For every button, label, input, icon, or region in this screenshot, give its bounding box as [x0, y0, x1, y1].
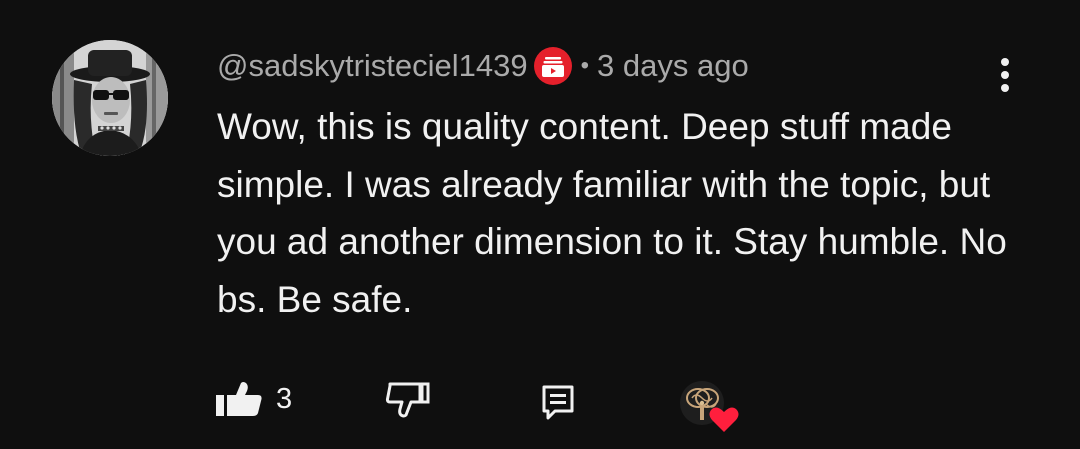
comment-timestamp[interactable]: 3 days ago: [597, 48, 749, 84]
creator-heart-icon[interactable]: [676, 378, 740, 434]
more-vertical-icon[interactable]: [988, 52, 1022, 98]
comment-text: Wow, this is quality content. Deep stuff…: [217, 106, 1007, 320]
menu-dot: [1001, 58, 1009, 66]
like-count: 3: [276, 382, 293, 415]
comment-actions: 3: [0, 378, 1080, 438]
comment-header: @sadskytristeciel1439 • 3 days ago: [217, 44, 749, 88]
menu-dot: [1001, 84, 1009, 92]
author-avatar[interactable]: [52, 40, 168, 156]
author-handle[interactable]: @sadskytristeciel1439: [217, 48, 528, 84]
thumbs-up-icon: [216, 382, 262, 416]
menu-dot: [1001, 71, 1009, 79]
thumbs-down-icon: [385, 382, 430, 418]
like-button[interactable]: 3: [216, 382, 292, 416]
dislike-button[interactable]: [384, 382, 430, 418]
reply-comment-icon: [542, 385, 574, 420]
avatar-image: [52, 40, 168, 156]
reply-button[interactable]: [541, 384, 575, 422]
membership-badge-icon: [533, 47, 572, 85]
header-separator: •: [580, 52, 590, 79]
